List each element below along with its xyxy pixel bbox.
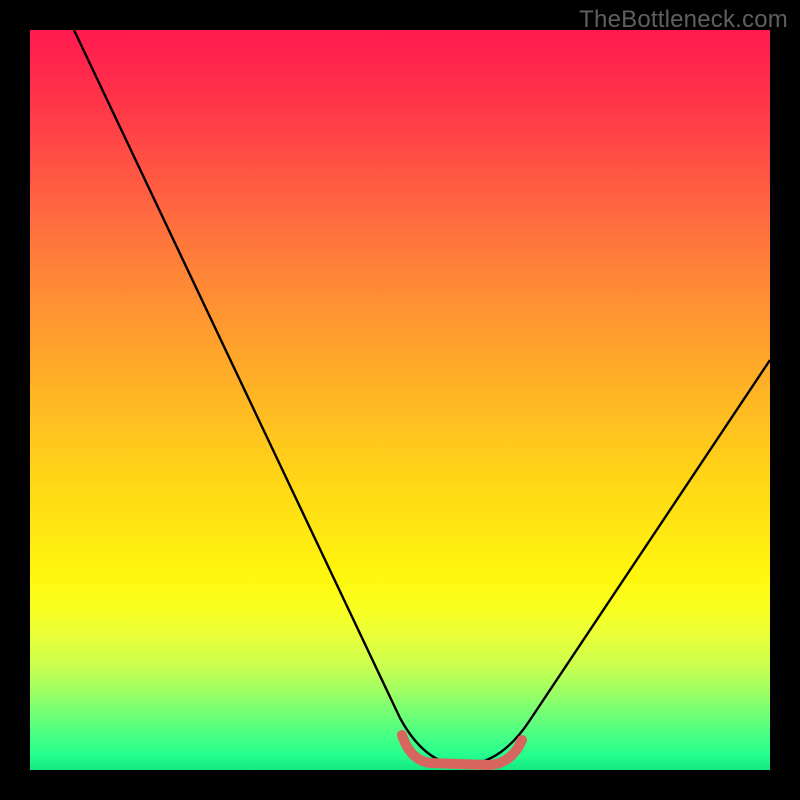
plot-area [30, 30, 770, 770]
bottleneck-curve [74, 30, 770, 765]
chart-stage: TheBottleneck.com [0, 0, 800, 800]
curve-layer [30, 30, 770, 770]
watermark-text: TheBottleneck.com [579, 6, 788, 34]
